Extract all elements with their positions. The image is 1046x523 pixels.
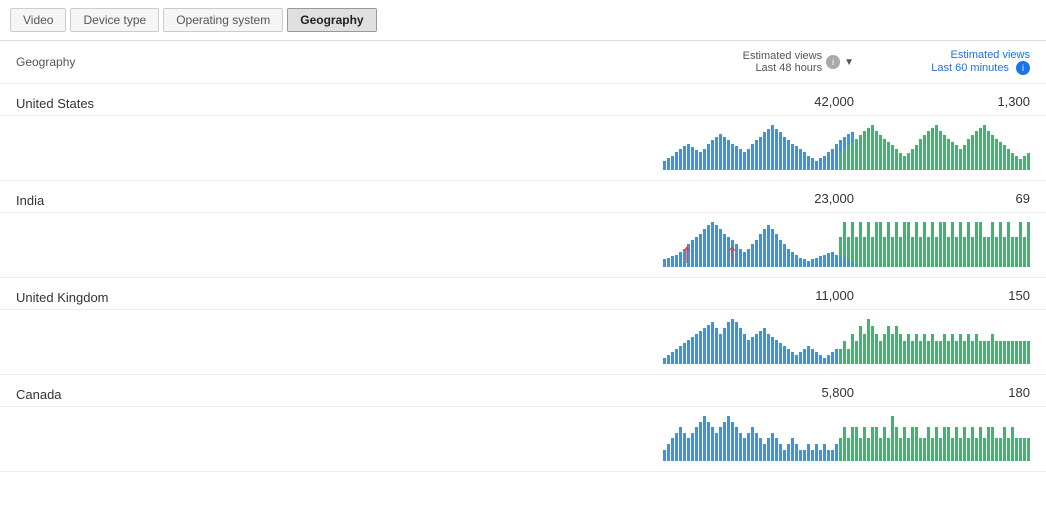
value-60m: 180 [870, 385, 1030, 400]
country-name: India [16, 191, 670, 208]
value-48h: 23,000 [670, 191, 870, 206]
col-header-60m: Estimated views Last 60 minutes i [870, 49, 1030, 75]
charts-row [0, 310, 1046, 375]
value-60m: 1,300 [870, 94, 1030, 109]
col48-label-text: Estimated views Last 48 hours [743, 50, 822, 74]
country-name: United Kingdom [16, 288, 670, 305]
value-48h: 5,800 [670, 385, 870, 400]
info-icon-60: i [1016, 61, 1030, 75]
country-name: United States [16, 94, 670, 111]
country-name: Canada [16, 385, 670, 402]
charts-row [0, 116, 1046, 181]
geography-label: Geography [16, 55, 670, 69]
value-48h: 42,000 [670, 94, 870, 109]
arrow-up-right: ↑ [725, 239, 739, 267]
col60-label-text: Estimated views Last 60 minutes [931, 49, 1030, 74]
tab-operating-system[interactable]: Operating system [163, 8, 283, 32]
chart-60m [870, 120, 1030, 170]
value-60m: 150 [870, 288, 1030, 303]
info-icon-48: i [826, 55, 840, 69]
table-row: India23,00069 [0, 181, 1046, 213]
rows-container: United States42,0001,300India23,00069↑↑U… [0, 84, 1046, 472]
charts-row: ↑↑ [0, 213, 1046, 278]
chart-60m [870, 217, 1030, 267]
chart-60m [870, 314, 1030, 364]
tab-device-type[interactable]: Device type [70, 8, 159, 32]
charts-row [0, 407, 1046, 472]
tab-geography[interactable]: Geography [287, 8, 376, 32]
table-row: Canada5,800180 [0, 375, 1046, 407]
table-row: United States42,0001,300 [0, 84, 1046, 116]
table-container: Geography Estimated views Last 48 hours … [0, 41, 1046, 472]
col-header-48h: Estimated views Last 48 hours i ▼ [670, 50, 870, 74]
tabs-container: VideoDevice typeOperating systemGeograph… [0, 0, 1046, 41]
table-header: Geography Estimated views Last 48 hours … [0, 41, 1046, 84]
value-48h: 11,000 [670, 288, 870, 303]
value-60m: 69 [870, 191, 1030, 206]
sort-icon-48[interactable]: ▼ [844, 57, 854, 68]
arrow-up-left: ↑ [680, 239, 694, 267]
tab-bar: VideoDevice typeOperating systemGeograph… [0, 0, 1046, 41]
chart-60m [870, 411, 1030, 461]
tab-video[interactable]: Video [10, 8, 66, 32]
table-row: United Kingdom11,000150 [0, 278, 1046, 310]
chart-48h: ↑↑ [670, 217, 870, 267]
